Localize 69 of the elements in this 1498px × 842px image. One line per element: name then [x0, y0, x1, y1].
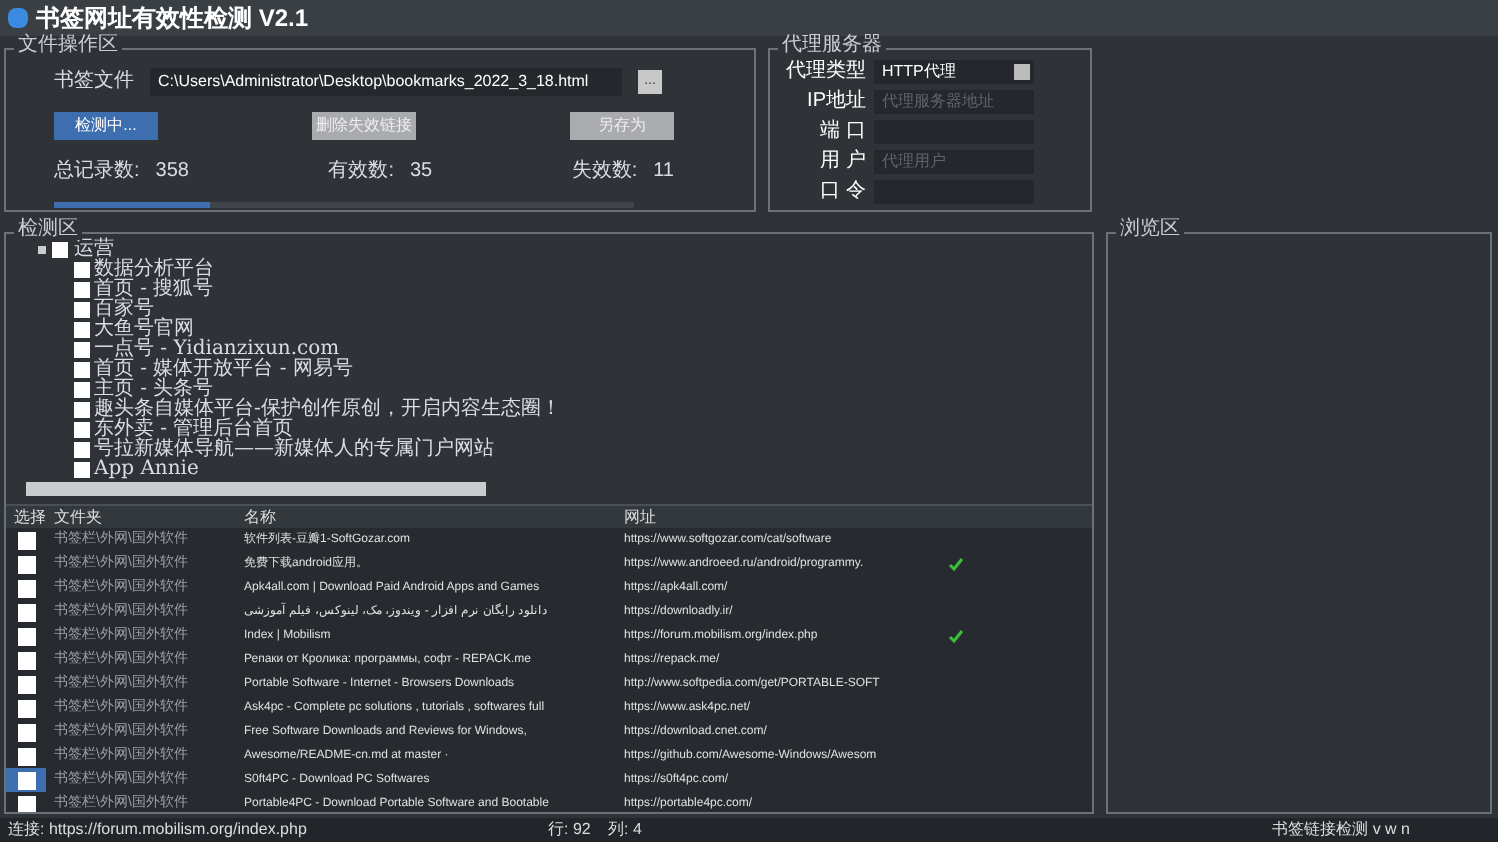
tree-item[interactable]: 号拉新媒体导航——新媒体人的专属门户网站 [94, 440, 494, 460]
tree-item[interactable]: 百家号 [94, 300, 154, 320]
checkbox[interactable] [17, 579, 35, 597]
tree-item[interactable]: 数据分析平台 [94, 260, 214, 280]
checkbox[interactable] [74, 382, 90, 398]
checkbox[interactable] [17, 555, 35, 573]
tree-item[interactable]: 首页 - 媒体开放平台 - 网易号 [94, 360, 353, 380]
checkbox[interactable] [17, 627, 35, 645]
field-label: IP地址 [805, 87, 866, 116]
tree-item[interactable]: 首页 - 搜狐号 [94, 280, 214, 300]
status-row-text: 行: 92 [548, 818, 593, 842]
checkbox[interactable] [74, 282, 90, 298]
group-title: 浏览区 [1116, 220, 1184, 240]
column-header: 名称 [242, 506, 278, 529]
tree-item[interactable]: 运营 [74, 240, 114, 260]
column-header: 网址 [622, 506, 658, 529]
checkbox[interactable] [74, 422, 90, 438]
checkbox[interactable] [74, 322, 90, 338]
checkbox[interactable] [74, 342, 90, 358]
checkbox[interactable] [17, 699, 35, 717]
app-icon [8, 8, 28, 28]
stat-value: 35 [409, 158, 433, 186]
action-button[interactable]: 检测中... [54, 112, 158, 140]
checkbox[interactable] [74, 402, 90, 418]
status-text: 书签链接检测 v w n [1272, 818, 1410, 842]
checkbox[interactable] [74, 302, 90, 318]
checkbox[interactable] [17, 603, 35, 621]
file-path-field[interactable]: C:\Users\Administrator\Desktop\bookmarks_2022_3_18.html [150, 67, 622, 95]
select-cell[interactable] [6, 768, 46, 792]
tree-item[interactable]: 大鱼号官网 [94, 320, 194, 340]
checkbox[interactable] [74, 462, 90, 478]
checkbox[interactable] [17, 675, 35, 693]
checkbox[interactable] [52, 242, 68, 258]
checkbox[interactable] [17, 531, 35, 549]
stat-value: 11 [653, 158, 674, 186]
field-label: 用 户 [818, 147, 866, 176]
checkbox[interactable] [74, 262, 90, 278]
checkbox[interactable] [17, 795, 35, 812]
input-field[interactable]: 代理服务器地址 [874, 89, 1034, 113]
field-label: 口 令 [818, 178, 866, 206]
file-label: 书签文件 [54, 67, 134, 96]
tree-item[interactable]: 主页 - 头条号 [94, 380, 214, 400]
stat-value: 358 [155, 158, 189, 186]
column-header: 文件夹 [52, 506, 104, 529]
checkbox[interactable] [74, 442, 90, 458]
proxy-type-select[interactable]: HTTP代理 [874, 59, 1034, 83]
field-label: 代理类型 [784, 57, 866, 86]
stat-label: 失效数: [571, 157, 638, 186]
column-header: 选择 [12, 506, 46, 529]
horizontal-scrollbar[interactable] [26, 482, 486, 496]
tree-item[interactable]: 东外卖 - 管理后台首页 [94, 420, 294, 440]
field-label: 端 口 [818, 117, 866, 146]
checkbox[interactable] [74, 362, 90, 378]
status-url: 连接: https://forum.mobilism.org/index.php [8, 818, 309, 842]
stat-label: 总记录数: [54, 157, 140, 186]
status-col: 列: 4 [608, 818, 644, 842]
checkbox[interactable] [17, 651, 35, 669]
tree-item[interactable]: 趣头条自媒体平台-保护创作原创，开启内容生态圈！ [94, 400, 561, 420]
group-title: 文件操作区 [14, 36, 122, 56]
checkbox[interactable] [17, 723, 35, 741]
stat-label: 有效数: [328, 158, 394, 186]
checkbox[interactable] [17, 771, 35, 789]
window-title: 书签网址有效性检测 V2.1 [36, 2, 309, 33]
group-title: 代理服务器 [778, 36, 886, 56]
checkbox[interactable] [17, 747, 35, 765]
tree-item[interactable]: 一点号 - Yidianzixun.com [94, 340, 340, 360]
tree-item[interactable]: App Annie [94, 460, 199, 480]
group-title: 检测区 [14, 220, 82, 240]
input-field[interactable]: 代理用户 [874, 149, 1034, 173]
